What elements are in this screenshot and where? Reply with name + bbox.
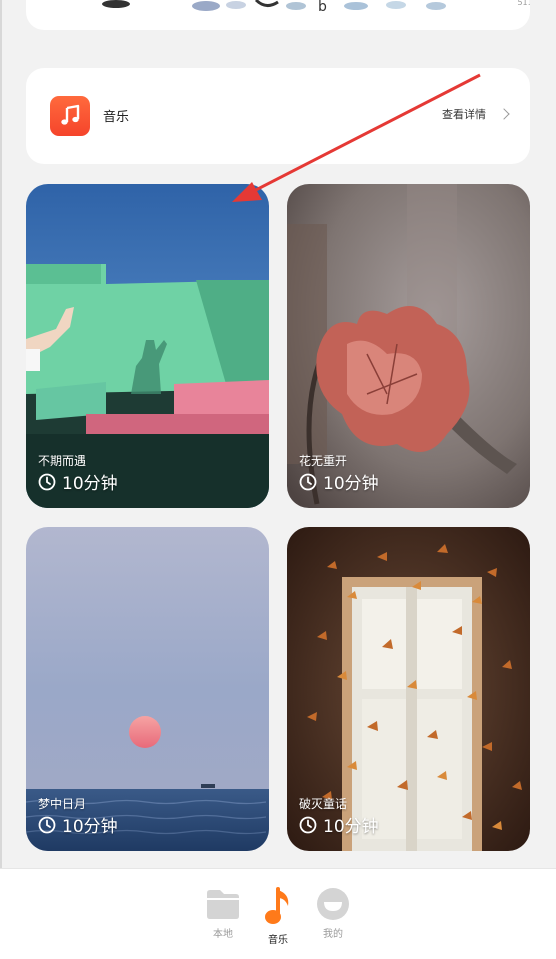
tile-title: 破灭童话 — [299, 797, 348, 811]
tile-duration: 10分钟 — [299, 812, 379, 837]
music-note-icon — [265, 887, 289, 924]
tile-mengzhong-riyue[interactable]: 梦中日月 10分钟 — [26, 527, 269, 851]
tile-huawu-chongkai[interactable]: 花无重开 10分钟 — [287, 184, 530, 508]
chevron-right-icon — [498, 108, 510, 120]
tile-duration: 10分钟 — [38, 469, 118, 494]
music-card[interactable]: 音乐 查看详情 — [26, 68, 530, 164]
tile-title: 不期而遇 — [38, 454, 87, 468]
nav-item-local[interactable]: 本地 — [193, 887, 253, 940]
nav-label-local: 本地 — [213, 929, 233, 940]
nav-item-profile[interactable]: 我的 — [303, 887, 363, 940]
window-edge — [0, 0, 2, 958]
svg-text:b: b — [318, 0, 327, 12]
music-note-icon — [50, 96, 90, 136]
music-card-label: 音乐 — [103, 110, 130, 125]
tile-buqi-eryu[interactable]: 不期而遇 10分钟 — [26, 184, 269, 508]
tile-duration-text: 10分钟 — [323, 817, 379, 837]
top-banner[interactable]: b 511068 — [26, 0, 530, 30]
clock-icon — [38, 473, 56, 490]
profile-icon — [317, 888, 349, 920]
nav-label-profile: 我的 — [323, 929, 343, 940]
clock-icon — [299, 816, 317, 833]
tile-duration: 10分钟 — [38, 812, 118, 837]
bottom-nav: 本地 音乐 我的 — [0, 868, 556, 959]
nav-item-music[interactable]: 音乐 — [248, 887, 308, 946]
tile-duration: 10分钟 — [299, 469, 379, 494]
clock-icon — [38, 816, 56, 833]
tile-title: 梦中日月 — [38, 797, 87, 811]
view-details-label: 查看详情 — [442, 108, 486, 121]
tile-duration-text: 10分钟 — [323, 474, 379, 494]
banner-id-text: 511068 — [517, 0, 530, 7]
banner-decoration: b — [102, 0, 446, 12]
nav-label-music: 音乐 — [268, 935, 288, 946]
tile-pomie-tonghua[interactable]: 破灭童话 10分钟 — [287, 527, 530, 851]
tile-duration-text: 10分钟 — [62, 817, 118, 837]
view-details-link[interactable]: 查看详情 — [442, 106, 510, 122]
clock-icon — [299, 473, 317, 490]
tile-duration-text: 10分钟 — [62, 474, 118, 494]
folder-icon — [207, 890, 239, 919]
tile-title: 花无重开 — [299, 454, 348, 468]
